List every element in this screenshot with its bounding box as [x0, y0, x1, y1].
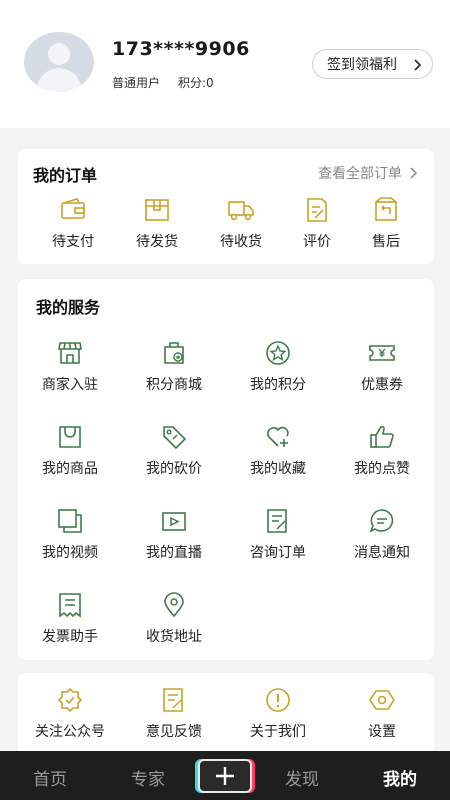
view-all-orders-link[interactable]: 查看全部订单: [318, 163, 418, 183]
location-icon: [164, 592, 184, 618]
more-item-label: 关注公众号: [35, 724, 105, 740]
service-item-label: 收货地址: [146, 629, 202, 645]
service-item-label: 我的砍价: [146, 461, 202, 477]
user-phone: 173****9906: [112, 38, 250, 60]
orders-title: 我的订单: [33, 166, 98, 185]
service-points-mall[interactable]: 积分商城: [124, 340, 224, 394]
chevron-right-icon: [410, 167, 418, 179]
wallet-icon: [61, 198, 85, 219]
service-my-favorites[interactable]: 我的收藏: [228, 424, 328, 478]
settings-icon: [369, 690, 395, 710]
service-consult-orders[interactable]: 咨询订单: [228, 508, 328, 562]
service-item-label: 我的视频: [42, 545, 98, 561]
profile-header: 173****9906 普通用户 积分:0 签到领福利: [0, 0, 450, 128]
chevron-right-icon: [414, 59, 422, 71]
info-icon: [266, 688, 290, 712]
services-card: 我的服务 商家入驻 积分商城 我的积分 优惠券 我的商品 我的砍价 我的收藏 我…: [18, 279, 434, 660]
service-notifications[interactable]: 消息通知: [332, 508, 432, 562]
service-item-label: 商家入驻: [42, 377, 98, 393]
service-item-label: 我的商品: [42, 461, 98, 477]
box-icon: [145, 199, 169, 221]
user-meta: 普通用户 积分:0: [112, 74, 214, 91]
coupon-icon: [369, 345, 395, 361]
service-my-likes[interactable]: 我的点赞: [332, 424, 432, 478]
service-coupons[interactable]: 优惠券: [332, 340, 432, 394]
invoice-icon: [59, 593, 81, 618]
order-item-label: 售后: [372, 234, 400, 250]
consult-order-icon: [267, 509, 287, 533]
tab-home[interactable]: 首页: [10, 765, 90, 790]
tab-mine[interactable]: 我的: [360, 765, 440, 790]
price-tag-icon: [163, 426, 187, 450]
service-my-products[interactable]: 我的商品: [20, 424, 120, 478]
more-card: 关注公众号 意见反馈 关于我们 设置: [18, 673, 434, 763]
points-mall-icon: [164, 342, 184, 364]
avatar[interactable]: [24, 32, 94, 92]
service-item-label: 积分商城: [146, 377, 202, 393]
service-invoice-assistant[interactable]: 发票助手: [20, 592, 120, 646]
order-after-sale[interactable]: 售后: [337, 197, 435, 251]
service-item-label: 我的积分: [250, 377, 306, 393]
live-icon: [162, 512, 186, 531]
bottom-tab-bar: 首页 专家 发现 我的: [0, 751, 450, 800]
message-icon: [369, 509, 394, 533]
service-my-points[interactable]: 我的积分: [228, 340, 328, 394]
feedback-icon: [163, 688, 183, 712]
more-item-label: 意见反馈: [146, 724, 202, 740]
star-circle-icon: [266, 341, 290, 365]
orders-card: 我的订单 查看全部订单 待支付 待发货 待收货 评价 售后: [18, 149, 434, 264]
service-item-label: 我的收藏: [250, 461, 306, 477]
avatar-silhouette-icon: [36, 43, 82, 92]
video-icon: [58, 509, 82, 533]
bag-icon: [59, 426, 81, 448]
more-follow-official-account[interactable]: 关注公众号: [20, 687, 120, 741]
after-sale-icon: [375, 197, 397, 221]
user-points: 积分:0: [178, 76, 214, 90]
user-role: 普通用户: [112, 76, 161, 90]
plus-icon: [216, 767, 234, 785]
service-item-label: 我的直播: [146, 545, 202, 561]
more-settings[interactable]: 设置: [332, 687, 432, 741]
service-item-label: 咨询订单: [250, 545, 306, 561]
thumbs-up-icon: [370, 425, 394, 448]
signin-label: 签到领福利: [327, 57, 397, 73]
service-my-videos[interactable]: 我的视频: [20, 508, 120, 562]
store-icon: [58, 342, 82, 364]
service-item-label: 消息通知: [354, 545, 410, 561]
services-title: 我的服务: [36, 298, 101, 317]
review-icon: [307, 198, 327, 222]
service-shipping-address[interactable]: 收货地址: [124, 592, 224, 646]
service-item-label: 我的点赞: [354, 461, 410, 477]
more-item-label: 设置: [368, 724, 396, 740]
signin-button[interactable]: 签到领福利: [312, 49, 433, 79]
view-all-orders-label: 查看全部订单: [318, 166, 402, 182]
service-merchant-join[interactable]: 商家入驻: [20, 340, 120, 394]
heart-plus-icon: [267, 426, 289, 447]
more-about-us[interactable]: 关于我们: [228, 687, 328, 741]
truck-icon: [228, 201, 254, 221]
service-item-label: 发票助手: [42, 629, 98, 645]
service-my-bargains[interactable]: 我的砍价: [124, 424, 224, 478]
service-item-label: 优惠券: [361, 377, 403, 393]
create-post-button[interactable]: [198, 759, 252, 793]
tab-experts[interactable]: 专家: [108, 765, 188, 790]
more-feedback[interactable]: 意见反馈: [124, 687, 224, 741]
tab-discover[interactable]: 发现: [262, 765, 342, 790]
badge-icon: [57, 687, 83, 713]
service-my-live[interactable]: 我的直播: [124, 508, 224, 562]
more-item-label: 关于我们: [250, 724, 306, 740]
